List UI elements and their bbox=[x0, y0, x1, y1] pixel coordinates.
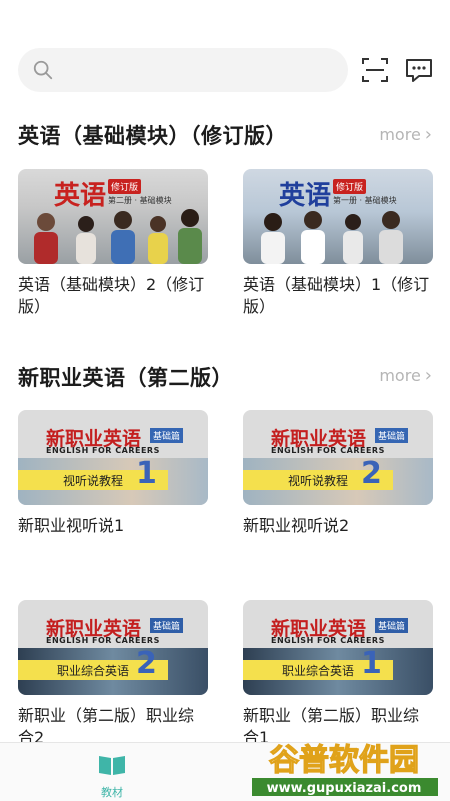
book-card[interactable]: 英语 修订版 第二册 · 基础模块 英语（基础模块）2（修订版） bbox=[18, 169, 208, 318]
book-cover: 新职业英语 基础篇 ENGLISH FOR CAREERS 视听说教程 2 bbox=[243, 410, 433, 505]
watermark-logo: 谷普软件园 www.gupuxiazai.com bbox=[252, 742, 438, 796]
book-cover: 新职业英语 基础篇 ENGLISH FOR CAREERS 视听说教程 1 bbox=[18, 410, 208, 505]
book-card[interactable]: 新职业英语 基础篇 ENGLISH FOR CAREERS 视听说教程 2 新职… bbox=[243, 410, 433, 537]
cover-volume: 2 bbox=[361, 456, 382, 491]
book-cover: 英语 修订版 第二册 · 基础模块 bbox=[18, 169, 208, 264]
book-card[interactable]: 新职业英语 基础篇 ENGLISH FOR CAREERS 职业综合英语 2 新… bbox=[18, 600, 208, 749]
book-cover: 新职业英语 基础篇 ENGLISH FOR CAREERS 职业综合英语 2 bbox=[18, 600, 208, 695]
more-label: more bbox=[379, 366, 421, 385]
book-card[interactable]: 英语 修订版 第一册 · 基础模块 英语（基础模块）1（修订版） bbox=[243, 169, 433, 318]
tab-label: 教材 bbox=[101, 786, 123, 799]
book-cover: 新职业英语 基础篇 ENGLISH FOR CAREERS 职业综合英语 1 bbox=[243, 600, 433, 695]
cover-tag: 修订版 bbox=[108, 179, 142, 194]
book-card[interactable]: 新职业英语 基础篇 ENGLISH FOR CAREERS 职业综合英语 1 新… bbox=[243, 600, 433, 749]
cover-kind: 基础篇 bbox=[375, 618, 409, 633]
message-icon[interactable] bbox=[404, 55, 434, 85]
more-link-careers[interactable]: more › bbox=[379, 366, 432, 385]
search-bar[interactable] bbox=[18, 48, 348, 92]
cover-english: ENGLISH FOR CAREERS bbox=[46, 636, 160, 645]
cover-volume: 1 bbox=[136, 456, 157, 491]
book-cover: 英语 修订版 第一册 · 基础模块 bbox=[243, 169, 433, 264]
book-title: 英语（基础模块）1（修订版） bbox=[243, 275, 430, 316]
watermark-line1: 谷普软件园 bbox=[269, 743, 419, 778]
more-label: more bbox=[379, 125, 421, 144]
search-input[interactable] bbox=[62, 60, 336, 80]
cover-kind: 基础篇 bbox=[150, 428, 184, 443]
cover-kind: 基础篇 bbox=[375, 428, 409, 443]
book-icon bbox=[99, 756, 125, 775]
book-title: 新职业视听说1 bbox=[18, 516, 125, 535]
search-icon bbox=[33, 60, 53, 80]
book-title: 英语（基础模块）2（修订版） bbox=[18, 275, 205, 316]
more-link-english[interactable]: more › bbox=[379, 125, 432, 144]
students-photo bbox=[261, 211, 403, 264]
cover-tag: 修订版 bbox=[333, 179, 367, 194]
book-title: 新职业视听说2 bbox=[243, 516, 350, 535]
cover-kind: 基础篇 bbox=[150, 618, 184, 633]
chevron-right-icon: › bbox=[424, 123, 432, 145]
top-bar bbox=[0, 48, 450, 96]
scan-icon[interactable] bbox=[360, 55, 390, 85]
watermark-line2: www.gupuxiazai.com bbox=[267, 781, 422, 796]
cover-english: ENGLISH FOR CAREERS bbox=[271, 636, 385, 645]
cover-volume: 1 bbox=[361, 646, 382, 681]
section-title-english: 英语（基础模块）（修订版） bbox=[18, 124, 287, 148]
chevron-right-icon: › bbox=[424, 364, 432, 386]
tab-textbooks[interactable]: 教材 bbox=[80, 753, 144, 800]
cover-english: ENGLISH FOR CAREERS bbox=[271, 446, 385, 455]
cover-english: ENGLISH FOR CAREERS bbox=[46, 446, 160, 455]
students-photo bbox=[34, 209, 202, 264]
book-card[interactable]: 新职业英语 基础篇 ENGLISH FOR CAREERS 视听说教程 1 新职… bbox=[18, 410, 208, 537]
cover-volume: 2 bbox=[136, 646, 157, 681]
section-title-careers: 新职业英语（第二版） bbox=[18, 366, 233, 390]
